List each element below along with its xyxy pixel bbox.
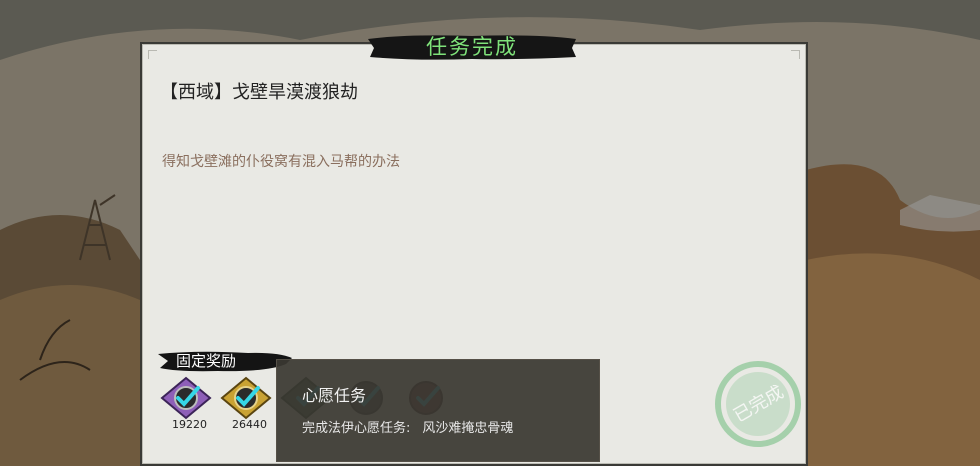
title-banner: 任务完成	[366, 33, 578, 61]
reward-count: 19220	[172, 418, 207, 431]
purple-rune-item-icon	[160, 376, 212, 420]
panel-corner-ornament	[148, 50, 157, 59]
reward-item[interactable]: 19220	[158, 376, 214, 432]
reward-count: 26440	[232, 418, 267, 431]
fixed-reward-label: 固定奖励	[176, 352, 237, 370]
gold-rune-item-icon	[220, 376, 272, 420]
quest-name: 【西域】戈壁旱漠渡狼劫	[160, 82, 358, 103]
quest-description: 得知戈壁滩的仆役窝有混入马帮的办法	[162, 154, 400, 170]
dialog-title: 任务完成	[426, 35, 518, 59]
tooltip-body-quest: 风沙难掩忠骨魂	[422, 421, 514, 436]
completed-stamp: 已完成	[712, 358, 804, 450]
tooltip-body: 完成法伊心愿任务: 风沙难掩忠骨魂	[302, 417, 513, 436]
fixed-reward-banner: 固定奖励	[158, 350, 294, 372]
reward-item[interactable]: 26440	[218, 376, 274, 432]
wish-quest-tooltip: 心愿任务 完成法伊心愿任务: 风沙难掩忠骨魂	[276, 359, 600, 462]
tooltip-title: 心愿任务	[302, 386, 367, 405]
tooltip-body-prefix: 完成法伊心愿任务:	[302, 421, 411, 436]
panel-corner-ornament	[791, 50, 800, 59]
